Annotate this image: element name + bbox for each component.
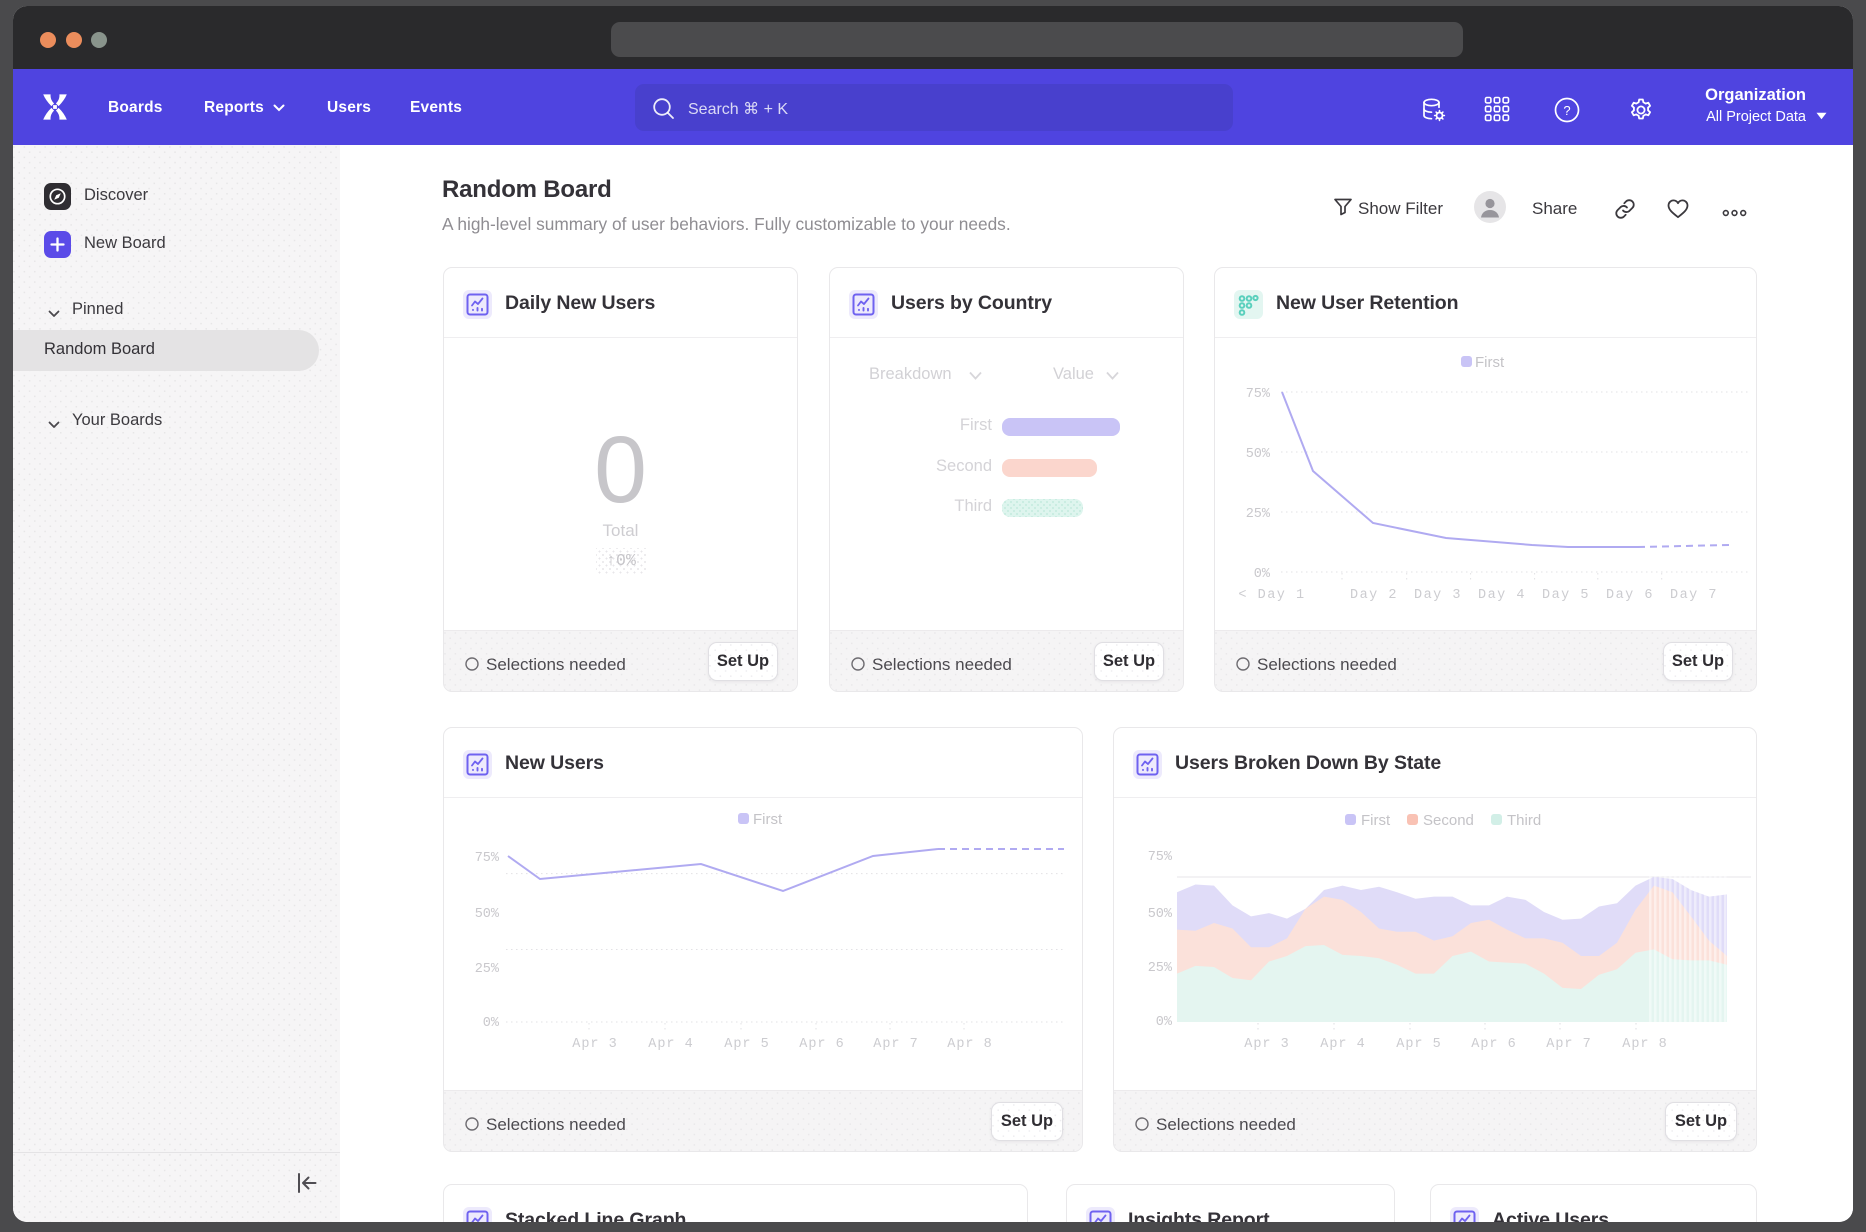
svg-text:75%: 75% xyxy=(475,851,500,866)
svg-text:First: First xyxy=(1361,812,1391,829)
svg-text:75%: 75% xyxy=(1246,387,1271,402)
svg-text:0%: 0% xyxy=(1156,1015,1173,1030)
svg-text:50%: 50% xyxy=(1246,447,1271,462)
svg-text:75%: 75% xyxy=(1148,850,1173,865)
svg-text:Apr 8: Apr 8 xyxy=(947,1037,993,1052)
svg-text:Apr 7: Apr 7 xyxy=(873,1037,919,1052)
svg-text:25%: 25% xyxy=(1148,961,1173,976)
svg-text:Second: Second xyxy=(1423,812,1474,829)
svg-text:50%: 50% xyxy=(1148,907,1173,922)
svg-text:0%: 0% xyxy=(483,1016,500,1031)
svg-text:Apr 5: Apr 5 xyxy=(724,1037,770,1052)
svg-text:25%: 25% xyxy=(1246,507,1271,522)
svg-text:Day 2: Day 2 xyxy=(1350,588,1398,603)
svg-text:Apr 3: Apr 3 xyxy=(572,1037,618,1052)
svg-text:50%: 50% xyxy=(475,907,500,922)
svg-text:0%: 0% xyxy=(1254,567,1271,582)
svg-text:< Day 1: < Day 1 xyxy=(1238,588,1305,603)
svg-text:Day 7: Day 7 xyxy=(1670,588,1718,603)
svg-text:Day 5: Day 5 xyxy=(1542,588,1590,603)
svg-text:Apr 8: Apr 8 xyxy=(1622,1037,1668,1052)
svg-text:Day 3: Day 3 xyxy=(1414,588,1462,603)
svg-text:Apr 5: Apr 5 xyxy=(1396,1037,1442,1052)
svg-text:Apr 4: Apr 4 xyxy=(648,1037,694,1052)
svg-text:25%: 25% xyxy=(475,962,500,977)
svg-text:Apr 3: Apr 3 xyxy=(1244,1037,1290,1052)
svg-text:Third: Third xyxy=(1507,812,1541,829)
svg-text:Day 4: Day 4 xyxy=(1478,588,1526,603)
svg-text:Apr 4: Apr 4 xyxy=(1320,1037,1366,1052)
svg-text:First: First xyxy=(1475,354,1505,371)
svg-text:Apr 6: Apr 6 xyxy=(799,1037,845,1052)
svg-text:Day 6: Day 6 xyxy=(1606,588,1654,603)
svg-text:Apr 7: Apr 7 xyxy=(1546,1037,1592,1052)
svg-text:Apr 6: Apr 6 xyxy=(1471,1037,1517,1052)
svg-text:First: First xyxy=(753,811,783,828)
svg-text:?: ? xyxy=(1563,103,1570,118)
